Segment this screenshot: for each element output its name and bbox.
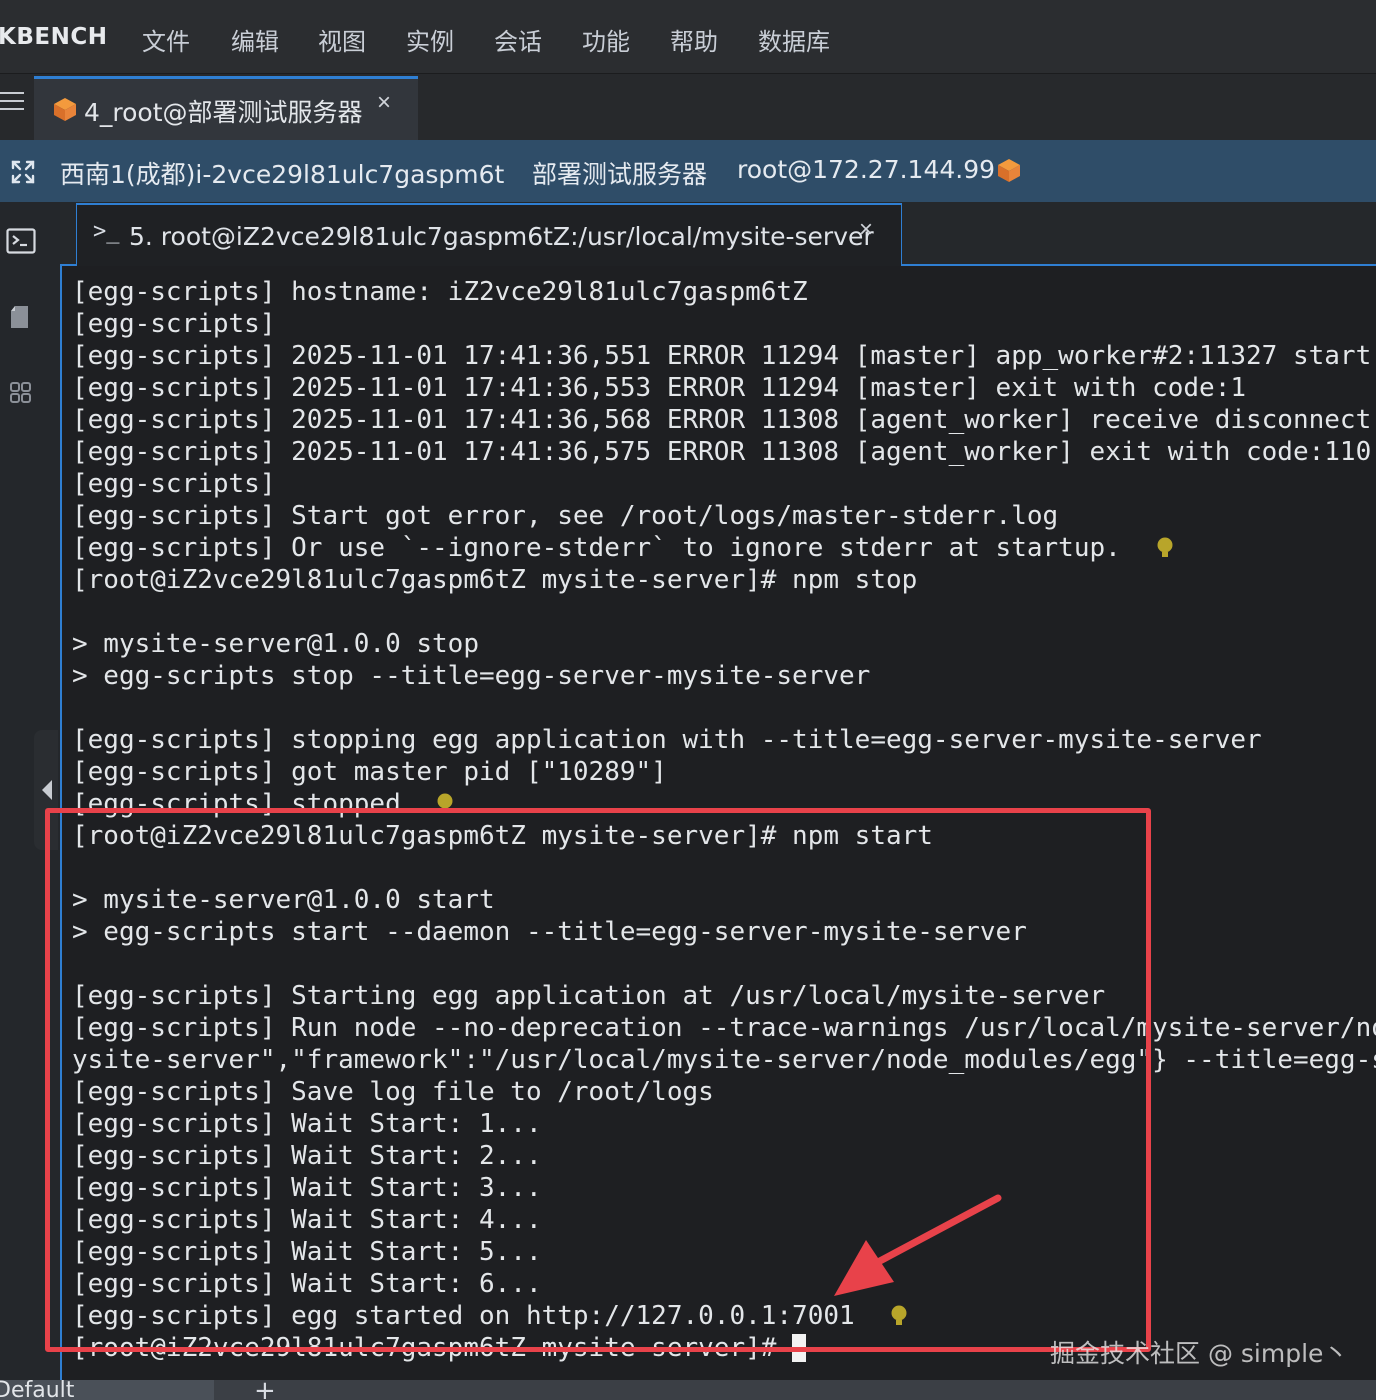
fullscreen-icon[interactable] (10, 159, 36, 185)
terminal-tab[interactable]: >_ 5. root@iZ2vce29l81ulc7gaspm6tZ:/usr/… (76, 203, 902, 266)
terminal-line: > egg-scripts stop --title=egg-server-my… (72, 660, 1376, 692)
watermark: 掘金技术社区 @ simple丶 (1050, 1339, 1349, 1368)
session-tab[interactable]: 4_root@部署测试服务器 × (34, 76, 418, 140)
terminal-line: [egg-scripts] got master pid ["10289"] (72, 756, 1376, 788)
annotation-highlight-box (45, 808, 1151, 1352)
terminal-line-text: > egg-scripts stop --title=egg-server-my… (72, 661, 871, 691)
menu-instance[interactable]: 实例 (406, 22, 454, 57)
menu-database[interactable]: 数据库 (758, 22, 830, 57)
terminal-line: [egg-scripts] (72, 308, 1376, 340)
chevron-left-icon (42, 780, 52, 800)
terminal-line: [egg-scripts] hostname: iZ2vce29l81ulc7g… (72, 276, 1376, 308)
terminal-line-text: [egg-scripts] got master pid ["10289"] (72, 757, 667, 787)
server-name: 部署测试服务器 (532, 160, 708, 189)
terminal-prompt-icon: >_ (93, 219, 120, 244)
menu-bar: KBENCH 文件 编辑 视图 实例 会话 功能 帮助 数据库 (0, 0, 1376, 74)
file-icon[interactable] (6, 304, 36, 330)
hamburger-icon[interactable] (0, 88, 24, 114)
add-tab-button[interactable]: + (254, 1378, 276, 1400)
terminal-line: [root@iZ2vce29l81ulc7gaspm6tZ mysite-ser… (72, 564, 1376, 596)
menu-session[interactable]: 会话 (494, 22, 542, 57)
close-icon[interactable]: × (377, 89, 391, 117)
session-tab-label: 4_root@部署测试服务器 (84, 98, 363, 127)
menu-help[interactable]: 帮助 (670, 22, 718, 57)
terminal-line-text: [egg-scripts] 2025-11-01 17:41:36,575 ER… (72, 437, 1372, 467)
terminal-line: [egg-scripts] stopping egg application w… (72, 724, 1376, 756)
terminal-line: [egg-scripts] 2025-11-01 17:41:36,551 ER… (72, 340, 1376, 372)
menu-function[interactable]: 功能 (582, 22, 630, 57)
terminal-line-text: [egg-scripts] 2025-11-01 17:41:36,553 ER… (72, 373, 1246, 403)
app-brand: KBENCH (0, 24, 108, 50)
terminal-line-text: [egg-scripts] 2025-11-01 17:41:36,568 ER… (72, 405, 1376, 435)
lightbulb-icon[interactable] (1156, 536, 1174, 560)
terminal-icon[interactable] (6, 228, 36, 254)
menu-edit[interactable]: 编辑 (231, 22, 279, 57)
terminal-line-text: [egg-scripts] (72, 469, 276, 499)
server-cube-icon (998, 159, 1020, 182)
terminal-line-text: [egg-scripts] Or use `--ignore-stderr` t… (72, 533, 1121, 563)
terminal-line-text: [egg-scripts] Start got error, see /root… (72, 501, 1059, 531)
bottom-tab-default[interactable]: Default (0, 1380, 214, 1400)
menu-file[interactable]: 文件 (142, 22, 190, 57)
terminal-line: [egg-scripts] Or use `--ignore-stderr` t… (72, 532, 1376, 564)
terminal-line: [egg-scripts] 2025-11-01 17:41:36,568 ER… (72, 404, 1376, 436)
terminal-line: [egg-scripts] 2025-11-01 17:41:36,575 ER… (72, 436, 1376, 468)
terminal-line-text: [egg-scripts] hostname: iZ2vce29l81ulc7g… (72, 277, 808, 307)
terminal-line-text: [egg-scripts] (72, 309, 276, 339)
terminal-line: > mysite-server@1.0.0 stop (72, 628, 1376, 660)
menu-view[interactable]: 视图 (318, 22, 366, 57)
grid-icon[interactable] (6, 380, 36, 406)
terminal-line-text: [egg-scripts] 2025-11-01 17:41:36,551 ER… (72, 341, 1376, 371)
terminal-line: [egg-scripts] 2025-11-01 17:41:36,553 ER… (72, 372, 1376, 404)
terminal-tab-label: 5. root@iZ2vce29l81ulc7gaspm6tZ:/usr/loc… (129, 222, 874, 251)
close-icon[interactable]: × (859, 216, 873, 244)
terminal-line-text: [root@iZ2vce29l81ulc7gaspm6tZ mysite-ser… (72, 565, 918, 595)
terminal-line: [egg-scripts] (72, 468, 1376, 500)
login-address: root@172.27.144.99 (737, 155, 996, 184)
instance-region: 西南1(成都)i-2vce29l81ulc7gaspm6t (60, 160, 505, 189)
bottom-tab-label: Default (0, 1380, 75, 1400)
terminal-line-text: > mysite-server@1.0.0 stop (72, 629, 479, 659)
server-cube-icon (54, 98, 76, 121)
terminal-line-text: [egg-scripts] stopping egg application w… (72, 725, 1262, 755)
terminal-line: [egg-scripts] Start got error, see /root… (72, 500, 1376, 532)
